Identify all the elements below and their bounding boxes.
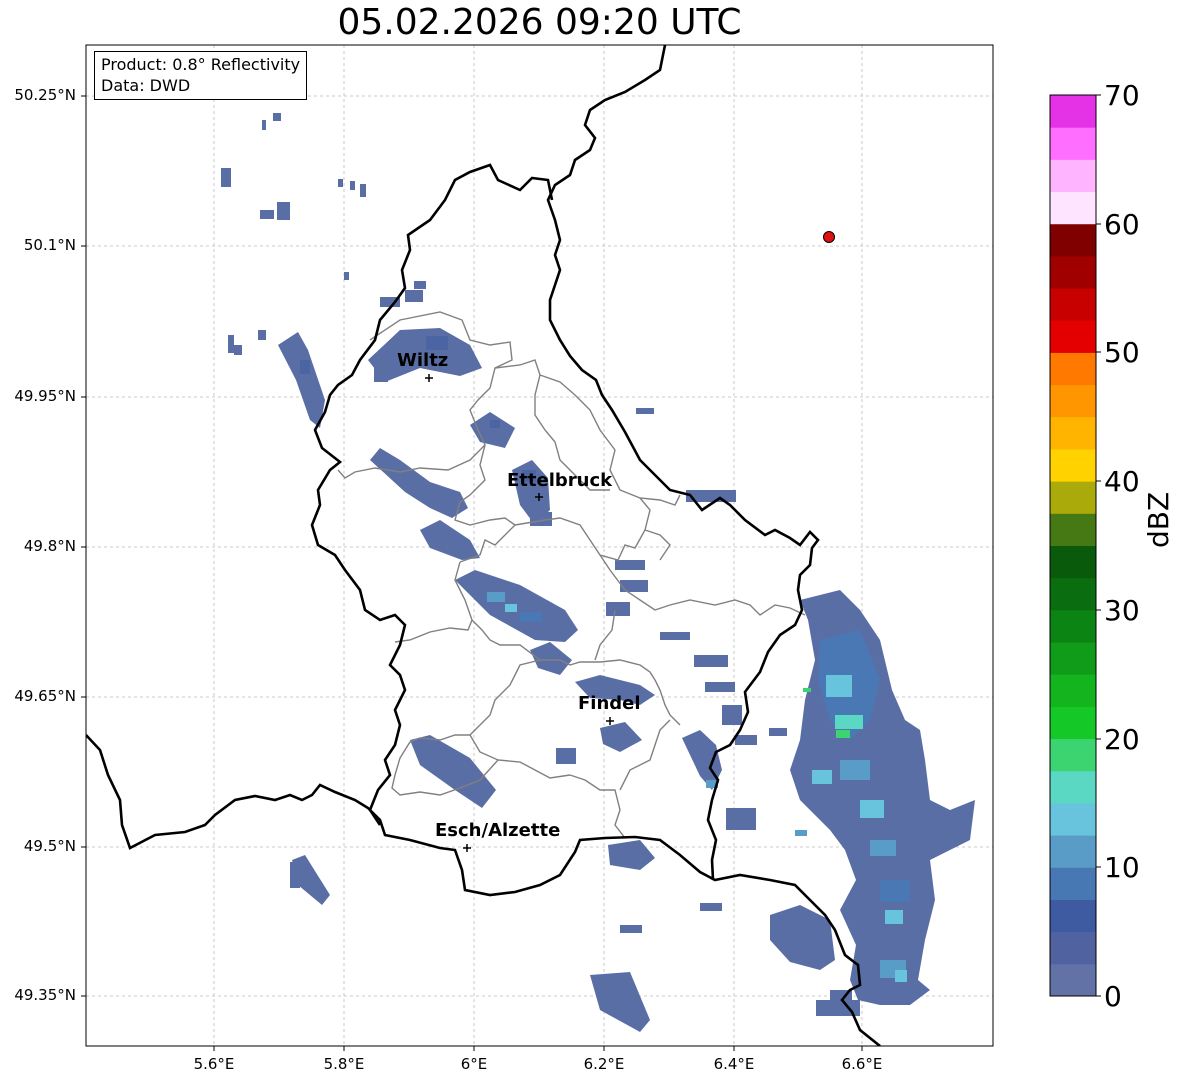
colorbar-swatch [1050,223,1096,257]
colorbar-swatch [1050,577,1096,611]
colorbar-swatch [1050,127,1096,160]
city-label-findel: Findel [578,693,641,714]
colorbar-swatch [1050,416,1096,450]
lat-tick-label: 49.5°N [23,837,76,855]
lat-tick-label: 49.35°N [14,986,76,1004]
lat-tick-label: 49.95°N [14,387,76,405]
colorbar-swatch [1050,867,1096,900]
colorbar-swatch [1050,963,1096,997]
colorbar-swatch [1050,931,1096,965]
colorbar-swatch [1050,513,1096,546]
lon-tick-label: 6°E [460,1055,488,1073]
colorbar-swatch [1050,545,1096,579]
lon-tick-label: 5.6°E [193,1055,235,1073]
colorbar-swatch [1050,384,1096,418]
lon-tick-label: 5.8°E [323,1055,365,1073]
colorbar-swatch [1050,448,1096,482]
data-source-label: Data: DWD [101,76,191,95]
product-label: Product: 0.8° Reflectivity [101,55,301,74]
city-label-esch-alzette: Esch/Alzette [435,820,561,841]
colorbar-tick-label: 20 [1104,723,1140,756]
colorbar-swatch [1050,706,1096,740]
lon-tick-label: 6.6°E [841,1055,883,1073]
city-label-wiltz: Wiltz [397,350,449,371]
colorbar-swatch [1050,802,1096,836]
colorbar-swatch [1050,352,1096,386]
colorbar-swatch [1050,320,1096,353]
colorbar-tick-label: 30 [1104,594,1140,627]
colorbar-swatch [1050,481,1096,514]
lon-tick-label: 6.4°E [713,1055,755,1073]
colorbar-swatch [1050,835,1096,868]
lat-tick-label: 49.8°N [23,537,76,555]
radar-map [81,44,1101,1051]
city-label-ettelbruck: Ettelbruck [507,470,613,491]
colorbar-swatch [1050,674,1096,707]
colorbar-swatch [1050,642,1096,675]
colorbar-tick-label: 70 [1104,79,1140,112]
colorbar-swatch [1050,609,1096,643]
city-marker-wiltz [425,374,433,382]
colorbar-tick-label: 10 [1104,851,1140,884]
colorbar-tick-label: 0 [1104,980,1122,1013]
colorbar-swatch [1050,288,1096,321]
lat-tick-label: 50.1°N [23,236,76,254]
radar-site-marker [823,231,835,243]
colorbar-swatch [1050,899,1096,933]
colorbar-swatch [1050,770,1096,804]
colorbar [1050,95,1096,997]
city-marker-esch [463,844,471,852]
colorbar-tick-label: 40 [1104,465,1140,498]
colorbar-axis-label: dBZ [1142,491,1175,548]
colorbar-swatch [1050,159,1096,193]
lat-tick-label: 50.25°N [14,86,76,104]
colorbar-swatch [1050,255,1096,289]
lat-tick-label: 49.65°N [14,687,76,705]
colorbar-swatch [1050,95,1096,128]
info-box: Product: 0.8° Reflectivity Data: DWD [94,51,308,100]
colorbar-tick-label: 60 [1104,208,1140,241]
lon-tick-label: 6.2°E [583,1055,625,1073]
colorbar-swatch [1050,191,1096,225]
city-marker-findel [606,717,614,725]
colorbar-swatch [1050,738,1096,772]
colorbar-ticks [1096,94,1101,997]
colorbar-tick-label: 50 [1104,336,1140,369]
